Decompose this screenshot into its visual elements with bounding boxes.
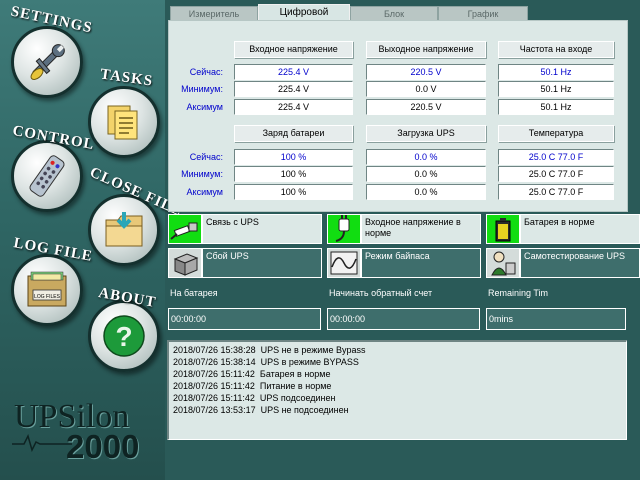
row-label-min: Минимум:: [181, 84, 223, 94]
row-label-max: Аксимум: [186, 102, 223, 112]
output-voltage-now: 220.5 V: [366, 64, 486, 80]
row-label-max: Аксимум: [186, 187, 223, 197]
status-led-off: [327, 248, 361, 278]
battery-charge-max: 100 %: [234, 184, 353, 200]
log-entry: 2018/07/26 15:38:14 UPS в режиме BYPASS: [173, 357, 359, 367]
status-bypass: Режим байпаса: [327, 248, 481, 278]
ups-load-max: 0.0 %: [366, 184, 486, 200]
tasks-button[interactable]: [88, 86, 160, 158]
header-temperature: Температура: [498, 125, 614, 142]
input-frequency-max: 50.1 Hz: [498, 99, 614, 115]
temperature-now: 25.0 C 77.0 F: [498, 149, 614, 165]
status-ups-fail: Сбой UPS: [168, 248, 322, 278]
input-voltage-min: 225.4 V: [234, 81, 353, 97]
input-frequency-now: 50.1 Hz: [498, 64, 614, 80]
folder-icon: [105, 212, 143, 247]
status-led-green: [168, 214, 202, 244]
countdown-value: 00:00:00: [327, 308, 480, 330]
input-voltage-max: 225.4 V: [234, 99, 353, 115]
wrench-icon: [30, 44, 65, 80]
tab-bar: Измеритель Цифровой Блок График: [170, 4, 628, 22]
status-ups-link: Связь с UPS: [168, 214, 322, 244]
temperature-min: 25.0 C 77.0 F: [498, 166, 614, 182]
battery-icon: [495, 218, 511, 242]
status-input-voltage-label: Входное напряжение в норме: [361, 214, 481, 244]
log-entry: 2018/07/26 15:11:42 UPS подсоединен: [173, 393, 336, 403]
status-self-test-label: Самотестирование UPS: [520, 248, 640, 278]
status-ups-link-label: Связь с UPS: [202, 214, 322, 244]
heartbeat-icon: [12, 433, 72, 452]
remaining-time-value: 0mins: [486, 308, 626, 330]
status-self-test: Самотестирование UPS: [486, 248, 640, 278]
status-led-green: [486, 214, 520, 244]
sine-wave-icon: [330, 251, 358, 275]
row-label-now: Сейчас:: [189, 152, 223, 162]
status-ups-fail-label: Сбой UPS: [202, 248, 322, 278]
remote-control-icon: [29, 155, 65, 197]
log-entry: 2018/07/26 15:11:42 Батарея в норме: [173, 369, 331, 379]
status-led-off: [168, 248, 202, 278]
status-bypass-label: Режим байпаса: [361, 248, 481, 278]
log-entry: 2018/07/26 15:11:42 Питание в норме: [173, 381, 332, 391]
on-battery-label: На батарея: [170, 288, 218, 298]
ups-load-now: 0.0 %: [366, 149, 486, 165]
help-icon: ?: [103, 315, 145, 357]
on-battery-value: 00:00:00: [168, 308, 321, 330]
header-input-voltage: Входное напряжение: [234, 41, 353, 58]
documents-icon: [107, 105, 138, 140]
ups-load-min: 0.0 %: [366, 166, 486, 182]
plug-cable-icon: [170, 222, 198, 240]
svg-text:?: ?: [115, 321, 132, 352]
log-entry: 2018/07/26 15:38:28 UPS не в режиме Bypa…: [173, 345, 366, 355]
log-file-button[interactable]: LOG FILES: [11, 254, 83, 326]
self-test-person-icon: [491, 251, 516, 276]
output-voltage-min: 0.0 V: [366, 81, 486, 97]
header-ups-load: Загрузка UPS: [366, 125, 486, 142]
sidebar: SETTINGS TASKS CONTROL CLOSE FILE LOG FI…: [0, 0, 185, 480]
status-input-voltage: Входное напряжение в норме: [327, 214, 481, 244]
header-input-frequency: Частота на входе: [498, 41, 614, 58]
file-box-icon: [27, 271, 67, 307]
logo-text-2000: 2000: [66, 428, 140, 465]
power-plug-icon: [335, 215, 350, 242]
status-battery-label: Батарея в норме: [520, 214, 640, 244]
digital-panel: Входное напряжение Выходное напряжение Ч…: [168, 20, 628, 212]
battery-charge-now: 100 %: [234, 149, 353, 165]
status-led-off: [486, 248, 520, 278]
input-voltage-now: 225.4 V: [234, 64, 353, 80]
row-label-now: Сейчас:: [189, 67, 223, 77]
row-label-min: Минимум:: [181, 169, 223, 179]
control-button[interactable]: [11, 140, 83, 212]
battery-charge-min: 100 %: [234, 166, 353, 182]
header-battery-charge: Заряд батареи: [234, 125, 353, 142]
temperature-max: 25.0 C 77.0 F: [498, 184, 614, 200]
countdown-label: Начинать обратный счет: [329, 288, 433, 298]
remaining-time-label: Remaining Tim: [488, 288, 549, 298]
log-files-card: LOG FILES: [34, 294, 60, 300]
log-entry: 2018/07/26 13:53:17 UPS не подсоединен: [173, 405, 349, 415]
ups-box-icon: [173, 253, 199, 276]
event-log[interactable]: 2018/07/26 15:38:28 UPS не в режиме Bypa…: [167, 340, 627, 440]
app-logo: UPSilon 2000: [12, 398, 162, 468]
output-voltage-max: 220.5 V: [366, 99, 486, 115]
settings-button[interactable]: [11, 26, 83, 98]
input-frequency-min: 50.1 Hz: [498, 81, 614, 97]
status-led-green: [327, 214, 361, 244]
header-output-voltage: Выходное напряжение: [366, 41, 486, 58]
status-battery: Батарея в норме: [486, 214, 640, 244]
